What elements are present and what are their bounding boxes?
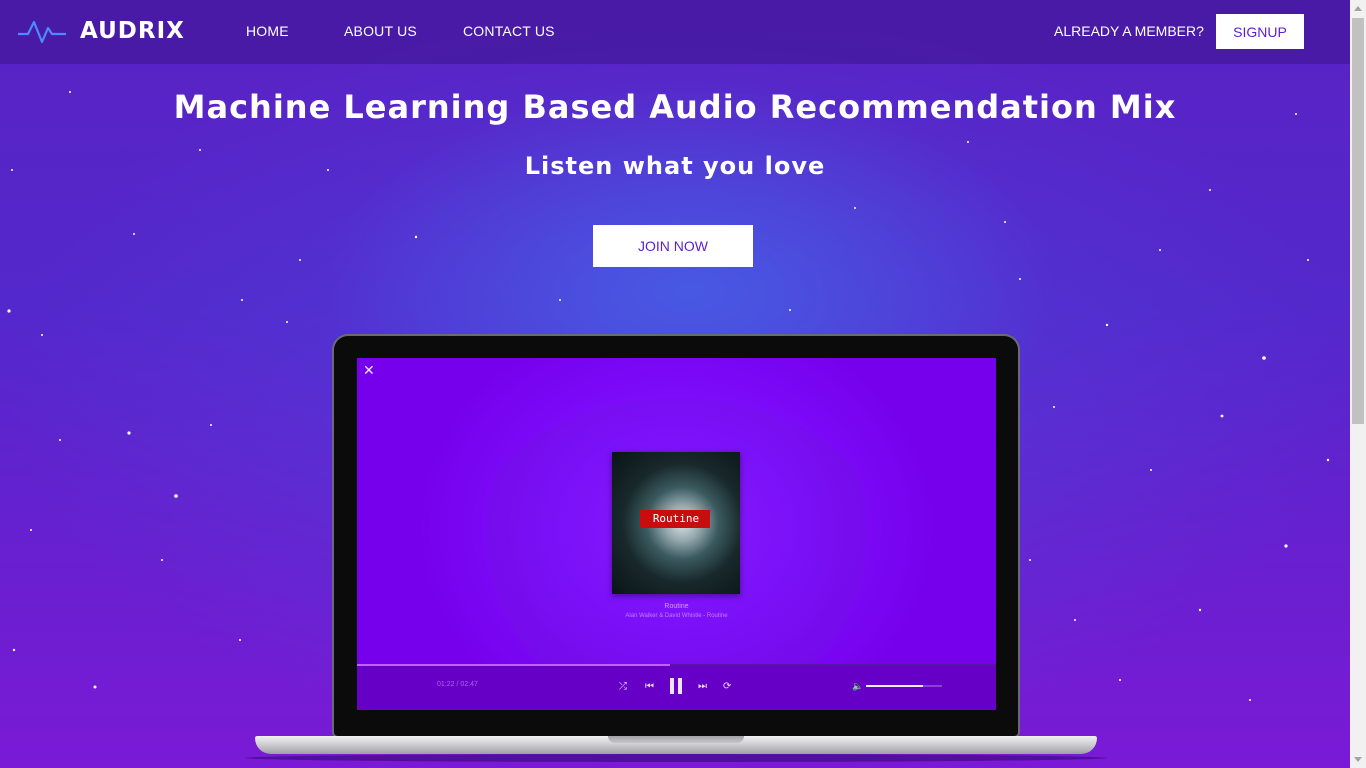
volume-slider[interactable]: [866, 685, 942, 687]
progress-fill: [357, 664, 671, 666]
close-icon[interactable]: ✕: [363, 362, 375, 379]
volume-icon[interactable]: 🔈: [852, 681, 863, 692]
shuffle-icon[interactable]: ⤮: [619, 681, 627, 692]
track-title: Routine: [664, 603, 689, 610]
signup-button[interactable]: SIGNUP: [1216, 14, 1304, 49]
scroll-down-icon[interactable]: [1354, 757, 1362, 762]
hero-subtitle: Listen what you love: [524, 152, 826, 180]
scroll-thumb[interactable]: [1352, 18, 1364, 424]
nav-link-contact-us[interactable]: CONTACT US: [463, 23, 555, 39]
laptop-shadow: [245, 754, 1107, 762]
album-art: Routine: [612, 452, 740, 594]
next-icon[interactable]: ⏭: [698, 681, 707, 692]
brand-name: AUDRIX: [80, 18, 185, 44]
time-display: 01:22 / 02:47: [437, 681, 478, 688]
volume-fill: [866, 685, 923, 687]
previous-icon[interactable]: ⏮: [645, 681, 654, 692]
laptop-notch: [608, 736, 744, 743]
track-artist: Alan Walker & David Whistle - Routine: [625, 613, 728, 619]
nav-link-about-us[interactable]: ABOUT US: [344, 23, 417, 39]
repeat-icon[interactable]: ⟳: [723, 681, 731, 692]
progress-bar[interactable]: [357, 664, 996, 666]
album-label-text: Routine: [652, 512, 700, 525]
brand-logo[interactable]: AUDRIX: [18, 16, 185, 46]
page-scrollbar[interactable]: [1350, 0, 1366, 768]
pause-icon[interactable]: [670, 678, 682, 694]
hero-title: Machine Learning Based Audio Recommendat…: [173, 88, 1177, 126]
nav-link-home[interactable]: HOME: [246, 23, 289, 39]
music-player-screen: ✕ Routine Routine Alan Walker & David Wh…: [357, 358, 996, 710]
join-now-button[interactable]: JOIN NOW: [593, 225, 753, 267]
scroll-up-icon[interactable]: [1354, 6, 1362, 11]
waveform-icon: [18, 20, 66, 44]
player-control-bar: 01:22 / 02:47 ⤮ ⏮ ⏭ ⟳ 🔈: [357, 664, 996, 710]
top-navbar: AUDRIX HOME ABOUT US CONTACT US ALREADY …: [0, 0, 1350, 64]
already-member-link[interactable]: ALREADY A MEMBER?: [1054, 23, 1204, 39]
